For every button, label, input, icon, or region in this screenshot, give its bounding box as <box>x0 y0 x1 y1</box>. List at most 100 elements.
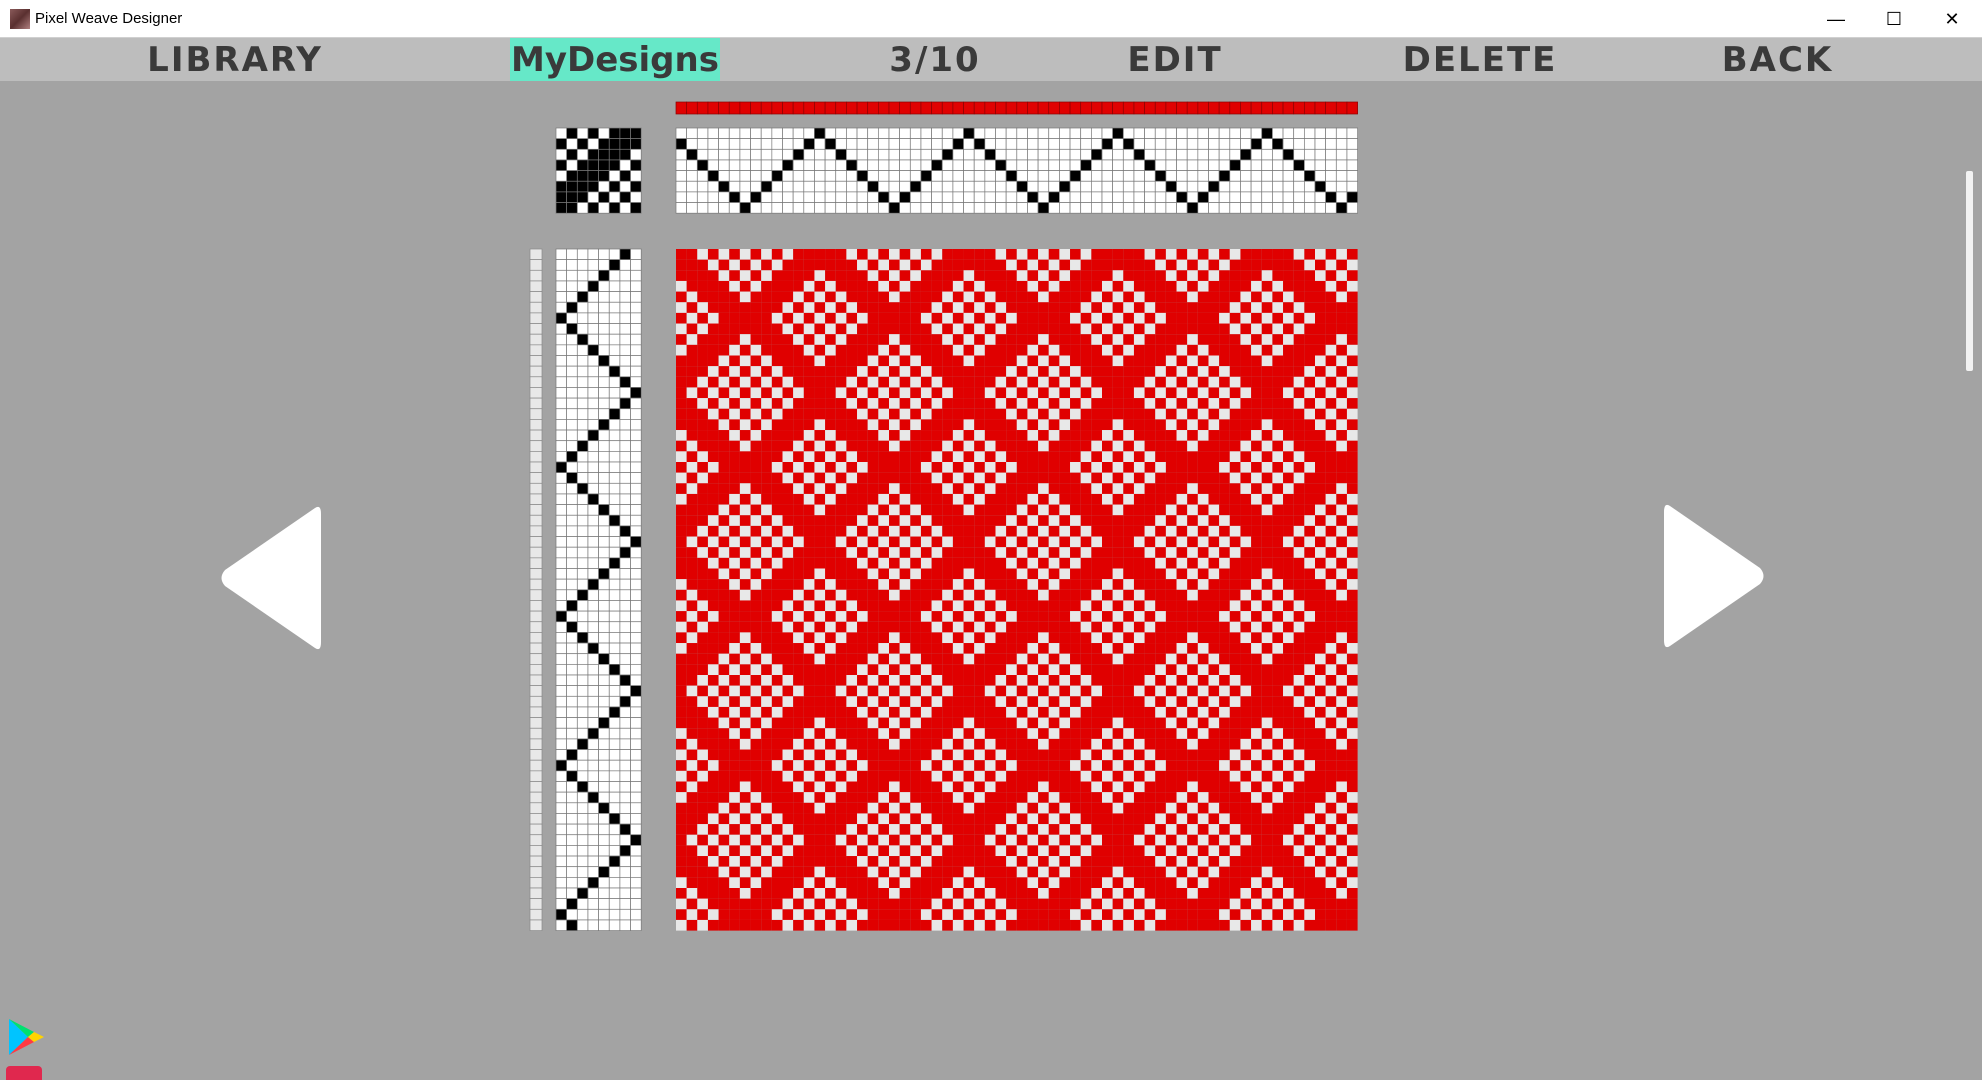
drawdown-cell <box>803 493 815 505</box>
treadling-cell <box>555 791 567 804</box>
drawdown-cell <box>1133 738 1145 750</box>
treadling-cell <box>598 887 610 899</box>
drawdown-cell <box>825 312 836 324</box>
treadling-cell <box>608 834 621 846</box>
drawdown-cell <box>942 323 953 335</box>
drawdown-cell <box>1176 323 1188 335</box>
drawdown-cell <box>697 866 708 878</box>
warp-color-cell <box>856 101 869 115</box>
weft-color-cell <box>529 344 543 356</box>
drawdown-cell <box>739 334 751 345</box>
drawdown-cell <box>676 249 687 260</box>
drawdown-cell <box>974 440 985 452</box>
treadling-cell <box>566 855 578 868</box>
drawdown-cell <box>1048 270 1060 281</box>
threading-cell <box>984 138 996 150</box>
drawdown-cell <box>1027 430 1039 441</box>
drawdown-cell <box>771 749 783 761</box>
weave-draft[interactable] <box>0 0 1982 1080</box>
tieup-cell <box>608 191 621 203</box>
drawdown-cell <box>867 845 879 857</box>
drawdown-cell <box>1176 749 1188 761</box>
tieup-cell <box>598 148 610 161</box>
drawdown-cell <box>1006 568 1017 580</box>
drawdown-cell <box>974 568 985 580</box>
drawdown-cell <box>899 312 911 324</box>
drawdown-cell <box>952 845 964 857</box>
warp-color-cell <box>1090 101 1103 115</box>
drawdown-cell <box>952 664 964 675</box>
treadling-cell <box>598 408 610 420</box>
drawdown-cell <box>1219 366 1230 377</box>
threading-cell <box>1144 138 1156 150</box>
drawdown-cell <box>793 856 804 867</box>
treadling-cell <box>576 770 589 782</box>
drawdown-cell <box>707 579 719 590</box>
drawdown-cell <box>867 483 879 494</box>
drawdown-cell <box>1112 451 1124 462</box>
drawdown-cell <box>1251 270 1262 281</box>
warp-color-cell <box>877 101 890 115</box>
drawdown-cell <box>1325 856 1337 867</box>
drawdown-cell <box>984 312 996 324</box>
treadling-cell <box>555 845 567 857</box>
drawdown-cell <box>1325 653 1337 665</box>
drawdown-cell <box>707 856 719 867</box>
threading-cell <box>686 148 698 161</box>
threading-cell <box>792 138 805 150</box>
threading-cell <box>952 127 964 139</box>
drawdown-cell <box>910 568 921 580</box>
drawdown-cell <box>1229 845 1241 857</box>
drawdown-cell <box>984 845 996 857</box>
drawdown-cell <box>761 600 772 612</box>
drawdown-cell <box>793 611 804 622</box>
drawdown-cell <box>1080 334 1092 345</box>
drawdown-cell <box>1272 738 1284 750</box>
threading-cell <box>1325 191 1337 203</box>
drawdown-cell <box>1197 334 1209 345</box>
tieup-cell <box>555 148 567 161</box>
drawdown-cell <box>1123 600 1134 612</box>
drawdown-cell <box>1059 824 1071 835</box>
drawdown-cell <box>1102 462 1113 473</box>
drawdown-cell <box>1346 781 1358 793</box>
drawdown-cell <box>1229 579 1241 590</box>
drawdown-cell <box>814 856 826 867</box>
drawdown-cell <box>1144 643 1156 654</box>
drawdown-cell <box>931 738 943 750</box>
drawdown-cell <box>857 408 868 420</box>
drawdown-cell <box>718 600 730 612</box>
drawdown-cell <box>920 696 932 707</box>
drawdown-cell <box>707 792 719 803</box>
drawdown-cell <box>995 536 1007 548</box>
drawdown-cell <box>1336 334 1347 345</box>
drawdown-cell <box>1325 824 1337 835</box>
threading-cell <box>1176 127 1188 139</box>
drawdown-cell <box>867 536 879 548</box>
drawdown-cell <box>1261 738 1273 750</box>
threading-cell <box>696 148 709 161</box>
drawdown-cell <box>931 557 943 569</box>
drawdown-cell <box>1102 536 1113 548</box>
drawdown-cell <box>1091 749 1102 761</box>
drawdown-cell <box>1016 813 1028 825</box>
threading-cell <box>1335 191 1348 203</box>
drawdown-cell <box>1133 621 1145 633</box>
drawdown-cell <box>739 355 751 367</box>
drawdown-cell <box>793 366 804 377</box>
drawdown-cell <box>676 802 687 814</box>
drawdown-cell <box>1197 430 1209 441</box>
treadling-cell <box>566 472 578 484</box>
drawdown-cell <box>974 483 985 494</box>
drawdown-cell <box>1070 430 1081 441</box>
drawdown-cell <box>867 685 879 697</box>
drawdown-cell <box>676 653 687 665</box>
drawdown-cell <box>793 749 804 761</box>
threading-cell <box>1272 202 1284 214</box>
drawdown-cell <box>1346 430 1358 441</box>
drawdown-cell <box>750 259 762 271</box>
drawdown-cell <box>1155 706 1166 718</box>
drawdown-cell <box>1155 440 1166 452</box>
drawdown-cell <box>1187 717 1198 729</box>
drawdown-cell <box>1251 568 1262 580</box>
